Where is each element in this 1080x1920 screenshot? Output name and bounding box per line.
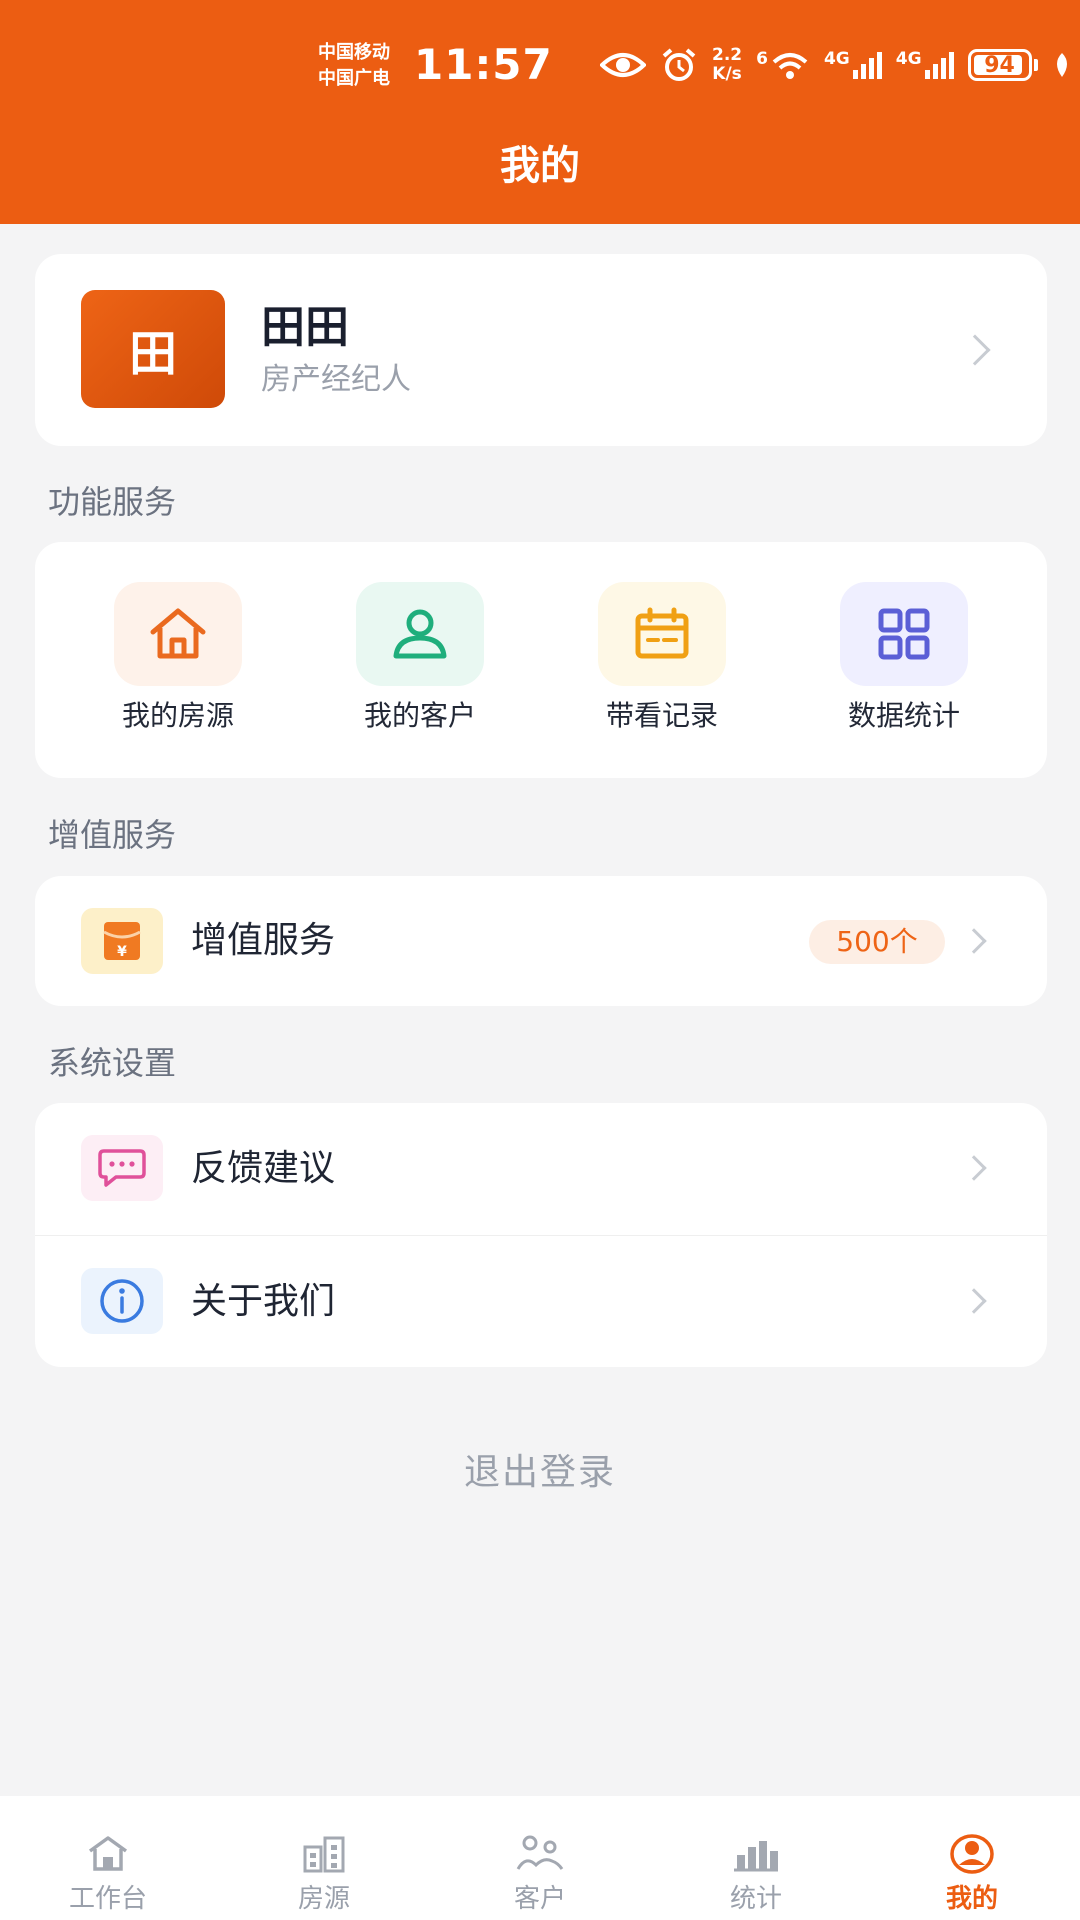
chevron-right-icon (959, 334, 991, 366)
profile-card[interactable]: 田 田田 房产经纪人 (35, 254, 1047, 446)
signal-icon-2: 4G (896, 50, 954, 80)
battery-level: 94 (984, 52, 1015, 78)
status-icons: 2.2 K/s 6 4G 4G 94 (600, 44, 1067, 86)
logout-button[interactable]: 退出登录 (0, 1448, 1080, 1498)
tab-listings[interactable]: 房源 (216, 1796, 432, 1920)
value-added-label: 增值服务 (191, 920, 336, 961)
settings-item-about[interactable]: 关于我们 (35, 1236, 1047, 1367)
chevron-right-icon (961, 1155, 987, 1181)
bottom-tab-bar: 工作台 房源 客户 统计 我的 (0, 1796, 1080, 1920)
customers-icon (432, 1828, 648, 1880)
profile-icon (864, 1828, 1080, 1880)
tab-label: 工作台 (68, 1884, 147, 1914)
functions-card: 我的房源 我的客户 带看记录 数据统计 (35, 542, 1047, 778)
chat-bubble-icon (81, 1135, 163, 1201)
settings-item-label: 关于我们 (191, 1281, 336, 1322)
signal-icon-1: 4G (824, 50, 882, 80)
alarm-icon (660, 47, 698, 83)
section-title-settings: 系统设置 (48, 1044, 177, 1082)
carrier-1: 中国移动 (318, 42, 390, 63)
info-icon (81, 1268, 163, 1334)
house-icon (114, 582, 242, 686)
status-time: 11:57 (414, 40, 553, 89)
status-badge: 500个 (809, 920, 945, 964)
tab-label: 客户 (513, 1884, 566, 1914)
battery-icon: 94 (967, 49, 1038, 81)
bar-chart-icon (648, 1828, 864, 1880)
chevron-right-icon (961, 928, 987, 954)
tab-statistics[interactable]: 统计 (648, 1796, 864, 1920)
calendar-icon (598, 582, 726, 686)
chevron-right-icon (961, 1288, 987, 1314)
user-role: 房产经纪人 (261, 362, 411, 397)
wifi-icon: 6 (756, 50, 810, 80)
settings-item-feedback[interactable]: 反馈建议 (35, 1103, 1047, 1235)
tab-customers[interactable]: 客户 (432, 1796, 648, 1920)
func-data-stats[interactable]: 数据统计 (804, 582, 1004, 736)
settings-card: 反馈建议 关于我们 (35, 1103, 1047, 1367)
red-envelope-icon: ¥ (81, 908, 163, 974)
page-title: 我的 (500, 143, 580, 189)
func-label: 我的房源 (121, 699, 234, 732)
home-icon (0, 1828, 216, 1880)
tab-workbench[interactable]: 工作台 (0, 1796, 216, 1920)
app-header: 中国移动 中国广电 11:57 2.2 K/s 6 4G 4G 94 我的 (0, 0, 1080, 224)
user-name: 田田 (261, 302, 349, 353)
section-title-functions: 功能服务 (48, 483, 177, 521)
func-label: 我的客户 (363, 699, 476, 732)
leaf-icon (1052, 51, 1072, 79)
func-viewing-records[interactable]: 带看记录 (562, 582, 762, 736)
grid-icon (840, 582, 968, 686)
func-my-customers[interactable]: 我的客户 (320, 582, 520, 736)
network-speed: 2.2 K/s (712, 45, 743, 84)
func-label: 带看记录 (605, 699, 718, 732)
eye-icon (600, 50, 646, 80)
value-added-row[interactable]: ¥ 增值服务 500个 (35, 876, 1047, 1006)
building-icon (216, 1828, 432, 1880)
tab-label: 统计 (729, 1884, 782, 1914)
user-icon (356, 582, 484, 686)
tab-mine[interactable]: 我的 (864, 1796, 1080, 1920)
carrier-info: 中国移动 中国广电 (318, 40, 428, 92)
func-my-listings[interactable]: 我的房源 (78, 582, 278, 736)
func-label: 数据统计 (847, 699, 960, 732)
tab-label: 房源 (297, 1884, 350, 1914)
svg-text:¥: ¥ (117, 944, 127, 960)
section-title-value-added: 增值服务 (48, 816, 177, 854)
tab-label: 我的 (945, 1884, 998, 1914)
avatar: 田 (81, 290, 225, 408)
carrier-2: 中国广电 (318, 68, 390, 89)
settings-item-label: 反馈建议 (191, 1148, 336, 1189)
